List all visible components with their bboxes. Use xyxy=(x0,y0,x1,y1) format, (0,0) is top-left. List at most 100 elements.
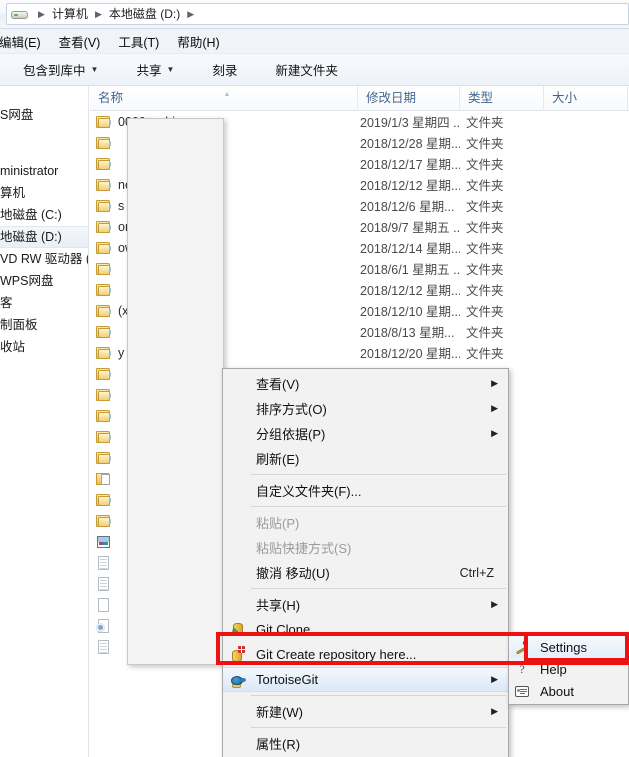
chevron-right-icon: ▶ xyxy=(491,428,498,438)
context-menu-item-label: 分组依据(P) xyxy=(256,427,326,442)
context-menu-separator xyxy=(251,588,506,589)
context-menu-item-新建-w[interactable]: 新建(W) ▶ xyxy=(223,699,508,724)
nav-item-dvd-rw-drive[interactable]: VD RW 驱动器 ( xyxy=(0,248,88,270)
column-header-size[interactable]: 大小 xyxy=(544,85,628,111)
text-file-icon xyxy=(96,555,112,571)
nav-item-local-disk-d[interactable]: 地磁盘 (D:) xyxy=(0,226,88,248)
menu-item-view[interactable]: 查看(V) xyxy=(50,30,110,53)
breadcrumb-item-drive-d[interactable]: 本地磁盘 (D:) xyxy=(107,4,182,24)
wrench-icon xyxy=(514,639,530,655)
nav-item-control-panel[interactable]: 制面板 xyxy=(0,314,88,336)
nav-item-blog[interactable]: 客 xyxy=(0,292,88,314)
menu-item-help[interactable]: 帮助(H) xyxy=(168,30,228,53)
context-menu-item-刷新-e[interactable]: 刷新(E) xyxy=(223,446,508,471)
file-type-cell: 文件夹 xyxy=(466,179,504,193)
submenu-item-label: Settings xyxy=(540,639,587,655)
context-menu-item-git-clone[interactable]: Git Clone... xyxy=(223,617,508,642)
keyboard-shortcut: Ctrl+Z xyxy=(459,565,494,580)
folder-icon xyxy=(96,492,112,508)
file-date-cell: 2018/6/1 星期五 ... xyxy=(360,263,460,277)
folder-icon xyxy=(96,450,112,466)
tortoisegit-submenu[interactable]: Settings ? Help About xyxy=(508,633,629,705)
context-menu-item-查看-v[interactable]: 查看(V) ▶ xyxy=(223,371,508,396)
folder-icon xyxy=(96,303,112,319)
file-date-cell: 2018/12/10 星期... xyxy=(360,305,460,319)
nav-item-recycle-bin[interactable]: 收站 xyxy=(0,336,88,358)
burn-button[interactable]: 刻录 xyxy=(203,56,246,83)
context-menu-separator xyxy=(251,474,506,475)
folder-icon xyxy=(96,156,112,172)
context-menu-item-label: 刷新(E) xyxy=(256,452,300,467)
chevron-right-icon: ▶ xyxy=(491,403,498,413)
folder-icon xyxy=(96,387,112,403)
column-header-name[interactable]: 名称 xyxy=(90,85,358,111)
file-date-cell: 2018/12/17 星期... xyxy=(360,158,460,172)
nav-item-local-disk-c[interactable]: 地磁盘 (C:) xyxy=(0,204,88,226)
blank-file-icon xyxy=(96,597,112,613)
context-menu-item-label: Git Clone... xyxy=(256,622,322,637)
breadcrumb-separator-2[interactable]: ▶ xyxy=(182,4,199,24)
nav-item-wps-netdisk[interactable]: WPS网盘 xyxy=(0,270,88,292)
submenu-item-about[interactable]: About xyxy=(509,680,628,702)
context-menu-item-label: 排序方式(O) xyxy=(256,402,327,417)
file-type-cell: 文件夹 xyxy=(466,158,504,172)
nav-item-administrator[interactable]: ministrator xyxy=(0,160,88,182)
context-menu-item-共享-h[interactable]: 共享(H) ▶ xyxy=(223,592,508,617)
context-menu-separator xyxy=(251,727,506,728)
context-menu-item-撤消-移动-u[interactable]: 撤消 移动(U) Ctrl+Z xyxy=(223,560,508,585)
file-date-cell: 2018/12/12 星期... xyxy=(360,284,460,298)
context-menu-item-git-create-repository-here[interactable]: Git Create repository here... xyxy=(223,642,508,667)
file-date-cell: 2018/12/14 星期... xyxy=(360,242,460,256)
column-header-type[interactable]: 类型 xyxy=(460,85,544,111)
file-type-cell: 文件夹 xyxy=(466,305,504,319)
new-folder-button[interactable]: 新建文件夹 xyxy=(266,56,347,83)
context-menu-item-label: 粘贴快捷方式(S) xyxy=(256,541,352,556)
breadcrumb[interactable]: ▶ 计算机 ▶ 本地磁盘 (D:) ▶ xyxy=(6,3,629,25)
about-card-icon xyxy=(514,683,530,699)
folder-icon xyxy=(96,240,112,256)
share-with-button[interactable]: 共享 ▼ xyxy=(127,56,183,83)
context-menu-item-label: 自定义文件夹(F)... xyxy=(256,484,362,499)
explorer-window: ▶ 计算机 ▶ 本地磁盘 (D:) ▶ 编辑(E) 查看(V) 工具(T) 帮助… xyxy=(0,0,629,757)
context-menu-item-label: TortoiseGit xyxy=(256,672,319,687)
breadcrumb-item-computer[interactable]: 计算机 xyxy=(50,4,90,24)
context-menu[interactable]: 查看(V) ▶ 排序方式(O) ▶ 分组依据(P) ▶ 刷新(E) 自定义文件夹(F)... 粘… xyxy=(222,368,509,757)
context-menu-item-排序方式-o[interactable]: 排序方式(O) ▶ xyxy=(223,396,508,421)
file-type-cell: 文件夹 xyxy=(466,200,504,214)
file-type-cell: 文件夹 xyxy=(466,284,504,298)
file-type-cell: 文件夹 xyxy=(466,347,504,361)
menu-item-edit[interactable]: 编辑(E) xyxy=(0,30,50,53)
menu-item-tools[interactable]: 工具(T) xyxy=(109,30,168,53)
git-create-repository-icon xyxy=(229,646,246,663)
column-header-date-modified[interactable]: 修改日期 xyxy=(358,85,460,111)
share-with-label: 共享 xyxy=(136,64,162,78)
folder-icon xyxy=(96,366,112,382)
file-type-cell: 文件夹 xyxy=(466,326,504,340)
context-menu-item-自定义文件夹-f[interactable]: 自定义文件夹(F)... xyxy=(223,478,508,503)
submenu-item-label: Help xyxy=(540,661,567,677)
drive-icon xyxy=(11,8,28,21)
tortoise-git-icon xyxy=(229,672,246,689)
folder-icon xyxy=(96,219,112,235)
context-menu-item-分组依据-p[interactable]: 分组依据(P) ▶ xyxy=(223,421,508,446)
nav-item-computer[interactable]: 算机 xyxy=(0,182,88,204)
chevron-down-icon: ▼ xyxy=(166,65,175,74)
folder-icon xyxy=(96,429,112,445)
folder-icon xyxy=(96,177,112,193)
config-file-icon xyxy=(96,618,112,634)
include-in-library-button[interactable]: 包含到库中 ▼ xyxy=(14,56,107,83)
file-type-cell: 文件夹 xyxy=(466,137,504,151)
file-date-cell: 2019/1/3 星期四 ... xyxy=(360,116,460,130)
menu-bar: 编辑(E) 查看(V) 工具(T) 帮助(H) xyxy=(0,29,629,54)
file-type-cell: 文件夹 xyxy=(466,221,504,235)
submenu-item-help[interactable]: ? Help xyxy=(509,658,628,680)
nav-item-0[interactable]: S网盘 xyxy=(0,104,88,126)
context-menu-item-tortoisegit[interactable]: TortoiseGit ▶ xyxy=(223,667,508,692)
navigation-pane[interactable]: S网盘 ministrator 算机 地磁盘 (C:) 地磁盘 (D:) VD … xyxy=(0,86,89,757)
breadcrumb-separator-0: ▶ xyxy=(38,9,45,19)
nav-item-1[interactable] xyxy=(0,126,88,148)
context-menu-item-属性-r[interactable]: 属性(R) xyxy=(223,731,508,756)
file-type-cell: 文件夹 xyxy=(466,263,504,277)
submenu-item-settings[interactable]: Settings xyxy=(509,636,628,658)
context-menu-item-label: 共享(H) xyxy=(256,598,301,613)
